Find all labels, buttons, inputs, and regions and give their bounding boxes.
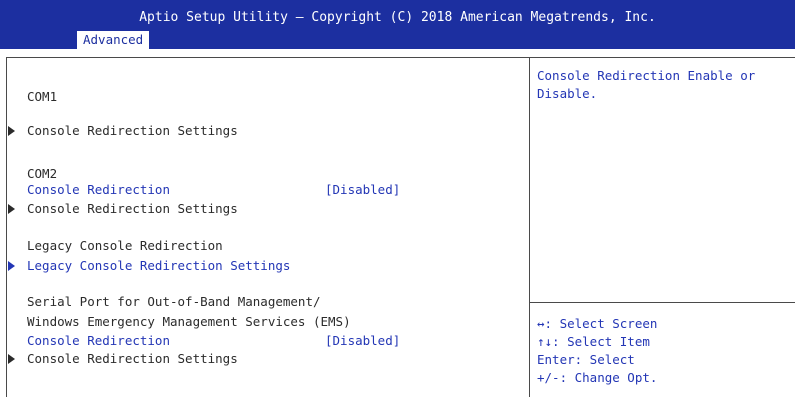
com1-settings-link[interactable]: Console Redirection Settings: [27, 122, 238, 140]
help-description-line1: Console Redirection Enable or: [537, 68, 756, 83]
help-divider: [530, 302, 795, 303]
help-key-select-screen: ↔: Select Screen: [537, 316, 658, 331]
ems-heading-line1: Serial Port for Out-of-Band Management/: [27, 294, 321, 309]
submenu-arrow-icon: [8, 354, 15, 364]
submenu-arrow-icon: [8, 126, 15, 136]
help-key-select-item: ↑↓: Select Item: [537, 334, 650, 349]
help-panel: Console Redirection Enable or Disable. ↔…: [529, 57, 795, 397]
help-key-enter-select: Enter: Select: [537, 352, 635, 367]
help-key-change-opt: +/-: Change Opt.: [537, 370, 658, 385]
com2-settings-link[interactable]: Console Redirection Settings: [27, 200, 238, 218]
legacy-settings-link[interactable]: Legacy Console Redirection Settings: [27, 257, 290, 275]
settings-panel: COM1 Console Redirection [Disabled] Cons…: [6, 57, 530, 397]
ems-console-redirection-value[interactable]: [Disabled]: [325, 332, 400, 350]
tab-advanced[interactable]: Advanced: [77, 31, 150, 49]
com2-console-redirection-label[interactable]: Console Redirection: [27, 181, 170, 199]
com1-heading: COM1: [27, 89, 58, 104]
submenu-arrow-icon: [8, 261, 15, 271]
ems-settings-link[interactable]: Console Redirection Settings: [27, 350, 238, 368]
ems-console-redirection-label[interactable]: Console Redirection: [27, 332, 170, 350]
com2-console-redirection-value[interactable]: [Disabled]: [325, 181, 400, 199]
ems-heading-line2: Windows Emergency Management Services (E…: [27, 314, 351, 329]
submenu-arrow-icon: [8, 204, 15, 214]
legacy-heading: Legacy Console Redirection: [27, 238, 223, 253]
com1-console-redirection-value[interactable]: [Disabled]: [325, 106, 400, 124]
title-bar: Aptio Setup Utility – Copyright (C) 2018…: [0, 0, 795, 49]
app-title: Aptio Setup Utility – Copyright (C) 2018…: [139, 10, 656, 25]
help-description-line2: Disable.: [537, 86, 598, 101]
